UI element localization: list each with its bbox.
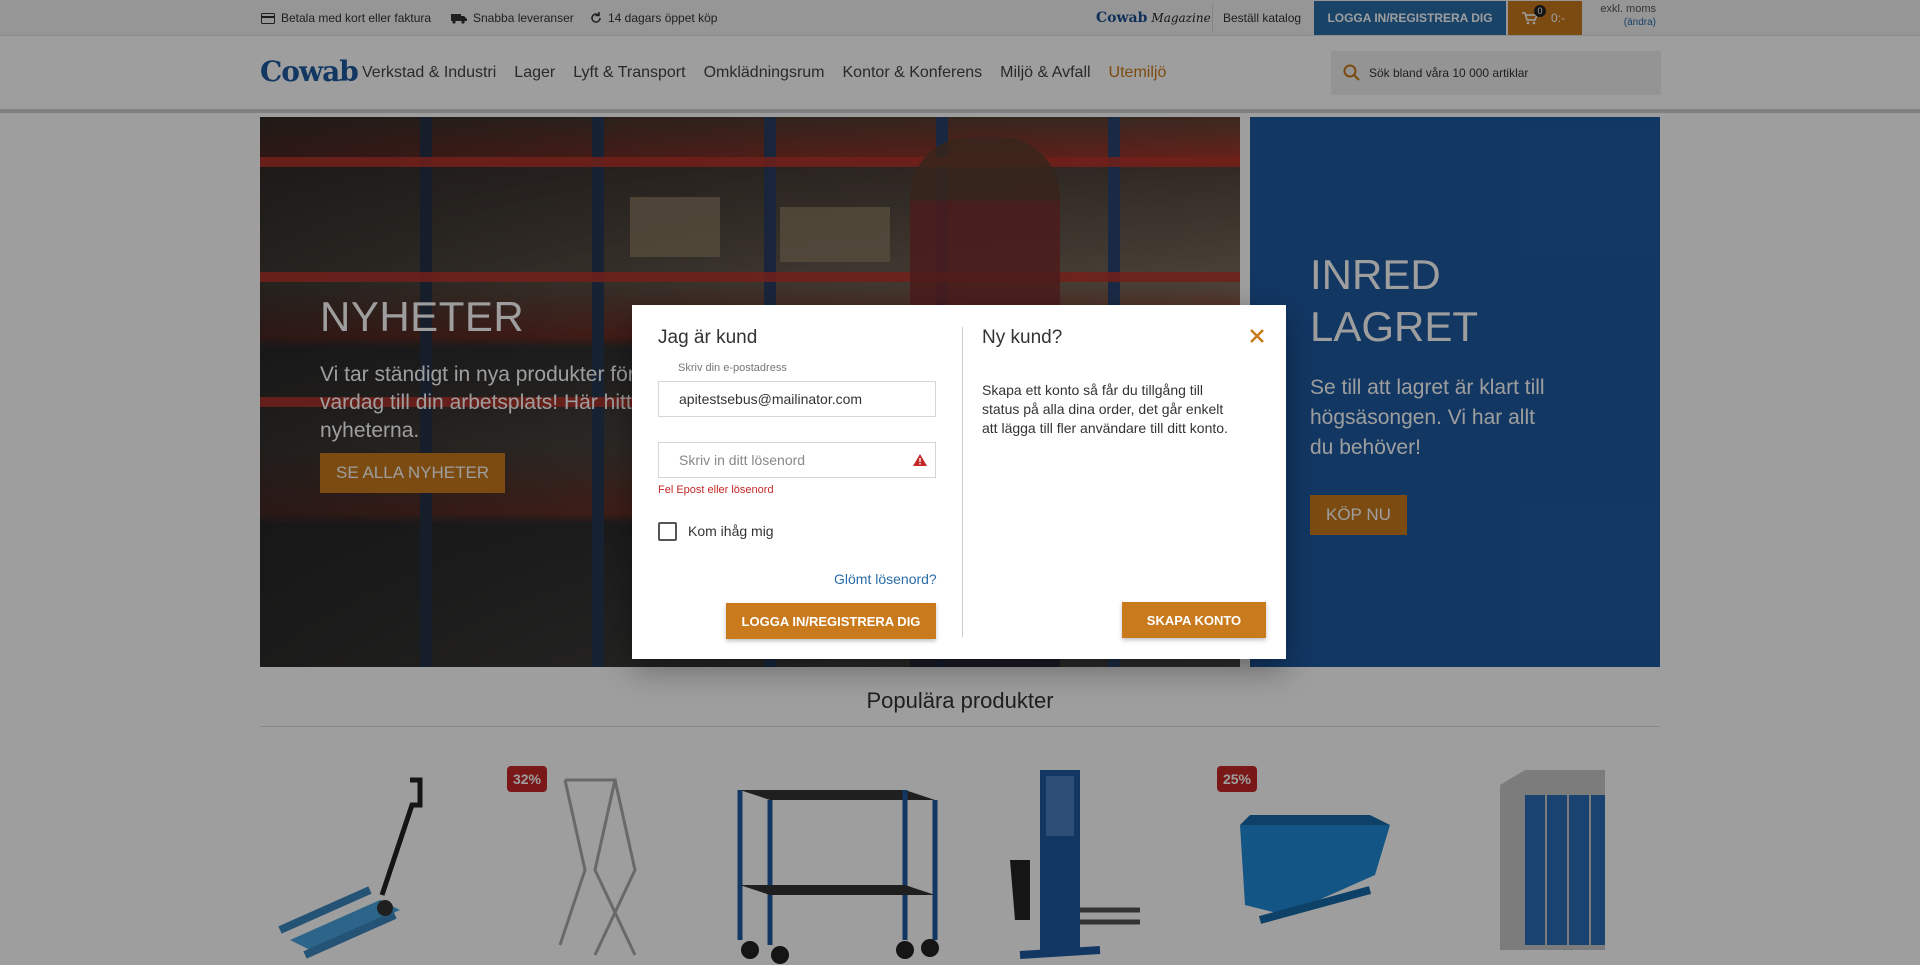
new-customer-title: Ny kund? <box>982 327 1063 348</box>
email-field[interactable]: apitestsebus@mailinator.com <box>658 381 936 417</box>
modal-divider <box>962 327 963 637</box>
existing-customer-title: Jag är kund <box>658 327 758 348</box>
email-value: apitestsebus@mailinator.com <box>679 391 863 407</box>
create-account-button[interactable]: SKAPA KONTO <box>1122 602 1266 638</box>
login-error-text: Fel Epost eller lösenord <box>658 484 774 496</box>
remember-me-checkbox[interactable] <box>658 522 677 541</box>
close-button[interactable] <box>1246 325 1268 347</box>
close-icon <box>1250 329 1264 343</box>
remember-me-label[interactable]: Kom ihåg mig <box>688 523 774 539</box>
login-modal: Jag är kund Skriv din e-postadress apite… <box>632 305 1286 659</box>
warning-icon <box>913 454 927 466</box>
email-field-label: Skriv din e-postadress <box>678 362 787 374</box>
login-submit-button[interactable]: LOGGA IN/REGISTRERA DIG <box>726 603 936 639</box>
forgot-password-link[interactable]: Glömt lösenord? <box>834 571 937 587</box>
password-field[interactable]: Skriv in ditt lösenord <box>658 442 936 478</box>
password-placeholder: Skriv in ditt lösenord <box>679 452 806 468</box>
new-customer-text: Skapa ett konto så får du tillgång till … <box>982 382 1228 436</box>
